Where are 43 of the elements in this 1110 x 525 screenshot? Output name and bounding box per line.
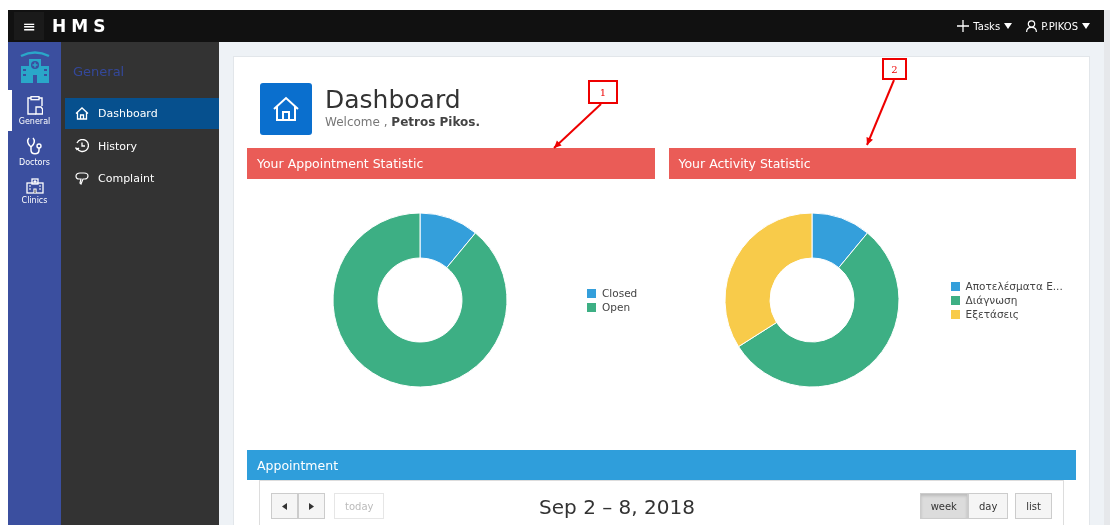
rail-item[interactable]: Doctors xyxy=(8,131,61,172)
section-header: Appointment xyxy=(247,450,1076,480)
app-title: HMS xyxy=(52,16,111,36)
nav-item[interactable]: Complaint xyxy=(65,163,219,194)
rail-item[interactable]: Clinics xyxy=(8,172,61,210)
date-range: Sep 2 – 8, 2018 xyxy=(538,494,696,521)
nav-item[interactable]: History xyxy=(65,130,219,162)
caret-left-icon xyxy=(282,502,287,510)
callout-arrow xyxy=(553,103,602,149)
caret-icon xyxy=(1082,23,1090,29)
menu-icon[interactable]: ≡ xyxy=(14,12,44,40)
user-icon xyxy=(1026,20,1038,32)
stethoscope-icon xyxy=(25,137,44,156)
caret-right-icon xyxy=(309,502,314,510)
nav-heading: General xyxy=(73,64,126,79)
legend-label: Εξετάσεις xyxy=(965,308,1019,320)
home-icon xyxy=(75,107,89,120)
next-button[interactable] xyxy=(298,493,325,519)
caret-icon xyxy=(1004,23,1013,29)
clipboard-icon xyxy=(26,96,43,115)
legend-label: Closed xyxy=(602,287,638,299)
callout-label: 1 xyxy=(588,80,618,104)
legend-label: Open xyxy=(602,301,631,313)
view-button[interactable]: day xyxy=(967,493,1009,519)
legend-label: Διάγνωση xyxy=(965,294,1018,306)
plus-icon xyxy=(957,20,970,32)
user-menu[interactable]: P.PIKOS xyxy=(1026,20,1090,32)
callout-arrow xyxy=(866,79,895,146)
legend-label: Αποτελέσματα Ε... xyxy=(965,280,1063,292)
home-icon xyxy=(260,83,312,135)
history-icon xyxy=(75,139,89,153)
panel-header: Your Activity Statistic xyxy=(668,148,1076,179)
page-title: Dashboard xyxy=(325,85,462,115)
callout-label: 2 xyxy=(882,58,907,80)
hospital-icon xyxy=(25,178,44,194)
prev-button[interactable] xyxy=(271,493,298,519)
view-button[interactable]: week xyxy=(919,493,968,519)
thumbs-down-icon xyxy=(75,172,89,185)
panel-header: Your Appointment Statistic xyxy=(247,148,655,179)
view-button[interactable]: list xyxy=(1015,493,1052,519)
nav-item[interactable]: Dashboard xyxy=(65,98,219,129)
tasks-menu[interactable]: Tasks xyxy=(957,20,1013,32)
welcome-text: Welcome , Petros Pikos. xyxy=(325,115,480,129)
